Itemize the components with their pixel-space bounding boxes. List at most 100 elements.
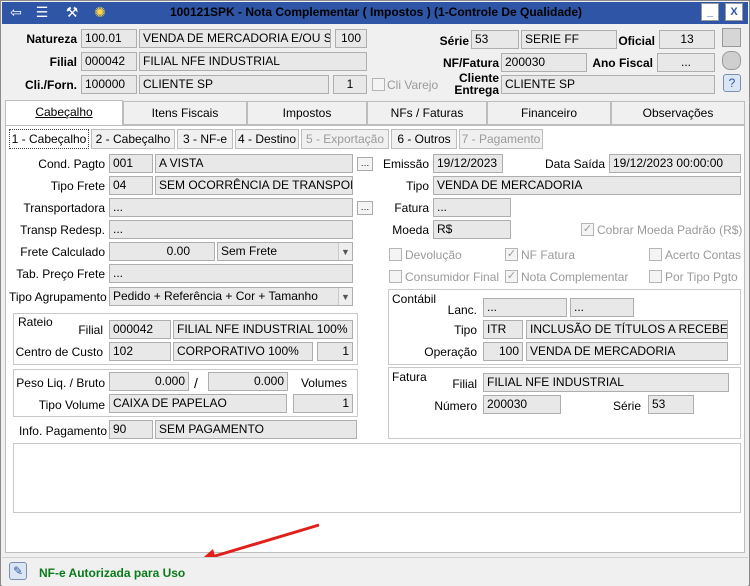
lanc-field-1[interactable]: ... xyxy=(483,298,567,317)
oficial-field[interactable]: 13 xyxy=(659,30,715,49)
observation-textarea[interactable] xyxy=(13,443,741,513)
cli-varejo-checkbox[interactable] xyxy=(372,78,385,91)
natureza-code-field[interactable]: 100.01 xyxy=(81,29,137,48)
tab-preco-frete-label: Tab. Preço Frete xyxy=(16,267,105,281)
chevron-down-icon[interactable]: ▼ xyxy=(338,243,352,260)
filial-desc-field[interactable]: FILIAL NFE INDUSTRIAL xyxy=(139,52,367,71)
contabil-tipo-desc[interactable]: INCLUSÃO DE TÍTULOS A RECEBER xyxy=(526,320,728,339)
centro-custo-desc[interactable]: CORPORATIVO 100% xyxy=(173,342,313,361)
tab-nfs-faturas[interactable]: NFs / Faturas xyxy=(367,101,487,125)
frete-select[interactable]: Sem Frete xyxy=(217,242,353,261)
por-tipo-pgto-label: Por Tipo Pgto xyxy=(665,270,738,284)
tipo-frete-desc[interactable]: SEM OCORRÊNCIA DE TRANSPORTE xyxy=(155,176,353,195)
volumes-field[interactable]: 1 xyxy=(293,394,353,413)
acerto-contas-checkbox[interactable] xyxy=(649,248,662,261)
tipo-volume-field[interactable]: CAIXA DE PAPELAO xyxy=(109,394,287,413)
tab-financeiro[interactable]: Financeiro xyxy=(487,101,611,125)
cliente-entrega-label-2: Entrega xyxy=(454,83,499,97)
cond-pagto-ellipsis-button[interactable]: … xyxy=(357,157,373,171)
ano-fiscal-icon[interactable] xyxy=(722,51,741,70)
fatura-field[interactable]: ... xyxy=(433,198,511,217)
info-pagamento-desc[interactable]: SEM PAGAMENTO xyxy=(155,420,357,439)
frete-calculado-field[interactable]: 0.00 xyxy=(109,242,215,261)
centro-custo-code[interactable]: 102 xyxy=(109,342,171,361)
data-saida-field[interactable]: 19/12/2023 00:00:00 xyxy=(609,154,741,173)
cliente-entrega-field[interactable]: CLIENTE SP xyxy=(501,75,715,94)
cliente-entrega-label: Cliente Entrega xyxy=(441,72,499,96)
subtab-4-destino[interactable]: 4 - Destino xyxy=(235,129,299,149)
nf-fatura-field[interactable]: 200030 xyxy=(501,53,587,72)
traffic-light-icon[interactable]: ☰ xyxy=(33,4,51,20)
fatura-filial-field[interactable]: FILIAL NFE INDUSTRIAL xyxy=(483,373,729,392)
subtab-7-pagamento[interactable]: 7 - Pagamento xyxy=(459,129,543,149)
cli-code-field[interactable]: 100000 xyxy=(81,75,137,94)
tipo-frete-code[interactable]: 04 xyxy=(109,176,153,195)
tipo-agrupamento-select[interactable]: Pedido + Referência + Cor + Tamanho xyxy=(109,287,353,306)
filial-code-field[interactable]: 000042 xyxy=(81,52,137,71)
operacao-code[interactable]: 100 xyxy=(483,342,523,361)
subtab-3-nfe[interactable]: 3 - NF-e xyxy=(177,129,233,149)
numero-field[interactable]: 200030 xyxy=(483,395,561,414)
nf-fatura-checkbox[interactable]: ✓ xyxy=(505,248,518,261)
wrench-icon[interactable]: ⚒ xyxy=(63,4,81,20)
tab-cabecalho-label: Cabeçalho xyxy=(35,105,93,119)
tab-impostos[interactable]: Impostos xyxy=(247,101,367,125)
contabil-tipo-code[interactable]: ITR xyxy=(483,320,523,339)
arrow-line xyxy=(204,523,320,561)
tab-cabecalho[interactable]: Cabeçalho xyxy=(5,100,123,126)
info-pagamento-code[interactable]: 90 xyxy=(109,420,153,439)
rateio-filial-desc[interactable]: FILIAL NFE INDUSTRIAL 100% xyxy=(173,320,353,339)
help-icon[interactable]: ? xyxy=(723,74,741,92)
rateio-filial-code[interactable]: 000042 xyxy=(109,320,171,339)
lanc-field-2[interactable]: ... xyxy=(570,298,634,317)
minimize-button[interactable]: _ xyxy=(701,3,719,21)
transp-redesp-field[interactable]: ... xyxy=(109,220,353,239)
tipo-field[interactable]: VENDA DE MERCADORIA xyxy=(433,176,741,195)
cond-pagto-code[interactable]: 001 xyxy=(109,154,153,173)
subtab-2-cabecalho[interactable]: 2 - Cabeçalho xyxy=(91,129,175,149)
emissao-field[interactable]: 19/12/2023 xyxy=(433,154,503,173)
devolucao-checkbox[interactable] xyxy=(389,248,402,261)
nota-complementar-checkbox[interactable]: ✓ xyxy=(505,270,518,283)
subtab-1-cabecalho[interactable]: 1 - Cabeçalho xyxy=(9,129,89,149)
peso-bruto-field[interactable]: 0.000 xyxy=(208,372,288,391)
operacao-label: Operação xyxy=(424,345,477,359)
lightbulb-icon[interactable]: ✺ xyxy=(91,4,109,20)
centro-custo-num[interactable]: 1 xyxy=(317,342,353,361)
cobrar-moeda-checkbox[interactable]: ✓ xyxy=(581,223,594,236)
moeda-field[interactable]: R$ xyxy=(433,220,511,239)
numero-label: Número xyxy=(434,399,477,413)
subtab-5-exportacao[interactable]: 5 - Exportação xyxy=(301,129,389,149)
lanc-label: Lanc. xyxy=(447,303,477,317)
tab-observacoes[interactable]: Observações xyxy=(611,101,745,125)
ano-fiscal-field[interactable]: ... xyxy=(657,53,715,72)
transportadora-ellipsis-button[interactable]: … xyxy=(357,201,373,215)
ano-fiscal-label: Ano Fiscal xyxy=(592,56,653,70)
tab-itens-fiscais[interactable]: Itens Fiscais xyxy=(123,101,247,125)
natureza-desc-field[interactable]: VENDA DE MERCADORIA E/OU SERVI xyxy=(139,29,331,48)
volumes-label: Volumes xyxy=(300,376,347,390)
close-button[interactable]: X xyxy=(725,3,743,21)
transportadora-field[interactable]: ... xyxy=(109,198,353,217)
por-tipo-pgto-checkbox[interactable] xyxy=(649,270,662,283)
fatura-serie-label: Série xyxy=(612,399,641,413)
consumidor-final-checkbox[interactable] xyxy=(389,270,402,283)
subtab-6-outros[interactable]: 6 - Outros xyxy=(391,129,457,149)
fatura-serie-field[interactable]: 53 xyxy=(648,395,694,414)
back-arrow-icon[interactable]: ⇦ xyxy=(7,4,25,20)
oficial-button[interactable] xyxy=(722,28,741,47)
cli-num-field[interactable]: 1 xyxy=(333,75,367,94)
cond-pagto-desc[interactable]: A VISTA xyxy=(155,154,353,173)
operacao-desc[interactable]: VENDA DE MERCADORIA xyxy=(526,342,728,361)
cli-desc-field[interactable]: CLIENTE SP xyxy=(139,75,329,94)
peso-separator: / xyxy=(194,375,198,391)
tab-preco-frete-field[interactable]: ... xyxy=(109,264,353,283)
peso-liq-field[interactable]: 0.000 xyxy=(109,372,189,391)
chevron-down-icon[interactable]: ▼ xyxy=(338,288,352,305)
frete-calculado-label: Frete Calculado xyxy=(20,245,105,259)
serie-code-field[interactable]: 53 xyxy=(471,30,519,49)
consumidor-final-label: Consumidor Final xyxy=(405,270,500,284)
serie-desc-field[interactable]: SERIE FF xyxy=(521,30,617,49)
status-info-icon[interactable]: ✎ xyxy=(9,562,27,580)
natureza-num-field[interactable]: 100 xyxy=(335,29,367,48)
